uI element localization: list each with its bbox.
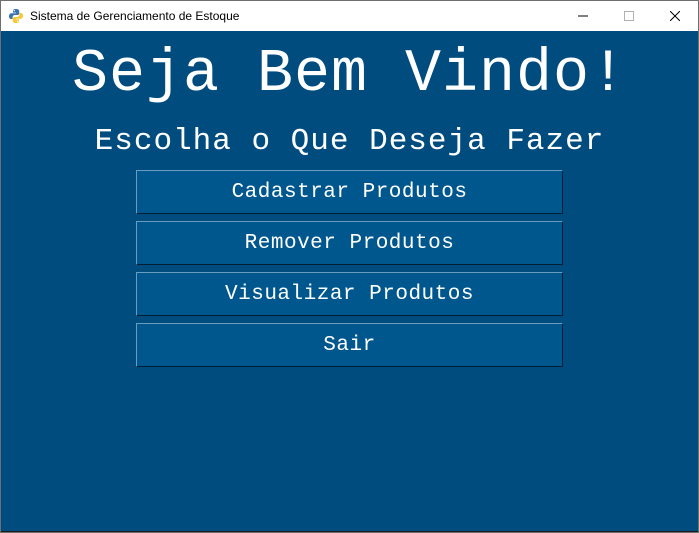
welcome-heading: Seja Bem Vindo! [71,41,628,109]
maximize-icon [624,11,634,21]
minimize-button[interactable] [560,1,606,31]
choose-action-subheading: Escolha o Que Deseja Fazer [94,124,605,159]
close-button[interactable] [652,1,698,31]
register-products-button[interactable]: Cadastrar Produtos [136,170,563,214]
window-title: Sistema de Gerenciamento de Estoque [30,9,240,23]
title-bar[interactable]: Sistema de Gerenciamento de Estoque [1,1,698,31]
main-content: Seja Bem Vindo! Escolha o Que Deseja Faz… [1,31,698,531]
minimize-icon [578,15,588,17]
python-icon [8,8,24,24]
app-window: Sistema de Gerenciamento de Estoque Seja… [0,0,699,533]
exit-button[interactable]: Sair [136,323,563,367]
close-icon [670,11,680,21]
maximize-button[interactable] [606,1,652,31]
remove-products-button[interactable]: Remover Produtos [136,221,563,265]
view-products-button[interactable]: Visualizar Produtos [136,272,563,316]
window-bottom-border [1,531,698,532]
